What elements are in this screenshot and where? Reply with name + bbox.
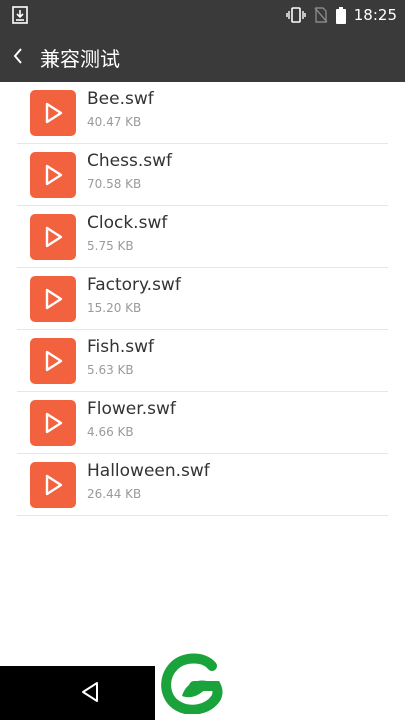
file-list-item[interactable]: Flower.swf 4.66 KB	[17, 392, 388, 454]
file-name: Chess.swf	[87, 151, 172, 171]
file-size: 40.47 KB	[87, 115, 142, 129]
play-file-icon	[30, 462, 76, 508]
file-list-item[interactable]: Halloween.swf 26.44 KB	[17, 454, 388, 516]
no-sim-icon	[314, 7, 328, 23]
play-file-icon	[30, 276, 76, 322]
play-file-icon	[30, 400, 76, 446]
file-size: 70.58 KB	[87, 177, 142, 191]
file-list-item[interactable]: Fish.swf 5.63 KB	[17, 330, 388, 392]
file-size: 26.44 KB	[87, 487, 142, 501]
file-name: Halloween.swf	[87, 461, 210, 481]
download-icon	[12, 6, 28, 24]
play-file-icon	[30, 338, 76, 384]
battery-icon	[335, 6, 346, 24]
file-name: Fish.swf	[87, 337, 155, 357]
vibrate-icon	[286, 7, 306, 23]
chevron-left-icon[interactable]	[10, 44, 26, 68]
file-size: 5.63 KB	[87, 363, 134, 377]
app-bar: 兼容测试	[0, 30, 405, 82]
file-list-item[interactable]: Clock.swf 5.75 KB	[17, 206, 388, 268]
file-size: 4.66 KB	[87, 425, 134, 439]
file-list: Bee.swf 40.47 KB Chess.swf 70.58 KB Clock.sw…	[17, 82, 388, 516]
play-file-icon	[30, 214, 76, 260]
file-list-item[interactable]: Chess.swf 70.58 KB	[17, 144, 388, 206]
play-file-icon	[30, 90, 76, 136]
file-list-item[interactable]: Factory.swf 15.20 KB	[17, 268, 388, 330]
file-size: 5.75 KB	[87, 239, 134, 253]
file-name: Clock.swf	[87, 213, 168, 233]
file-size: 15.20 KB	[87, 301, 142, 315]
file-list-item[interactable]: Bee.swf 40.47 KB	[17, 82, 388, 144]
brand-logo-icon	[161, 653, 223, 714]
file-name: Flower.swf	[87, 399, 176, 419]
file-name: Bee.swf	[87, 89, 154, 109]
status-time: 18:25	[353, 6, 397, 24]
play-file-icon	[30, 152, 76, 198]
status-bar: 18:25	[0, 0, 405, 30]
page-title: 兼容测试	[40, 47, 120, 71]
triangle-back-icon[interactable]	[80, 681, 100, 703]
navigation-bar	[0, 666, 155, 720]
file-name: Factory.swf	[87, 275, 181, 295]
